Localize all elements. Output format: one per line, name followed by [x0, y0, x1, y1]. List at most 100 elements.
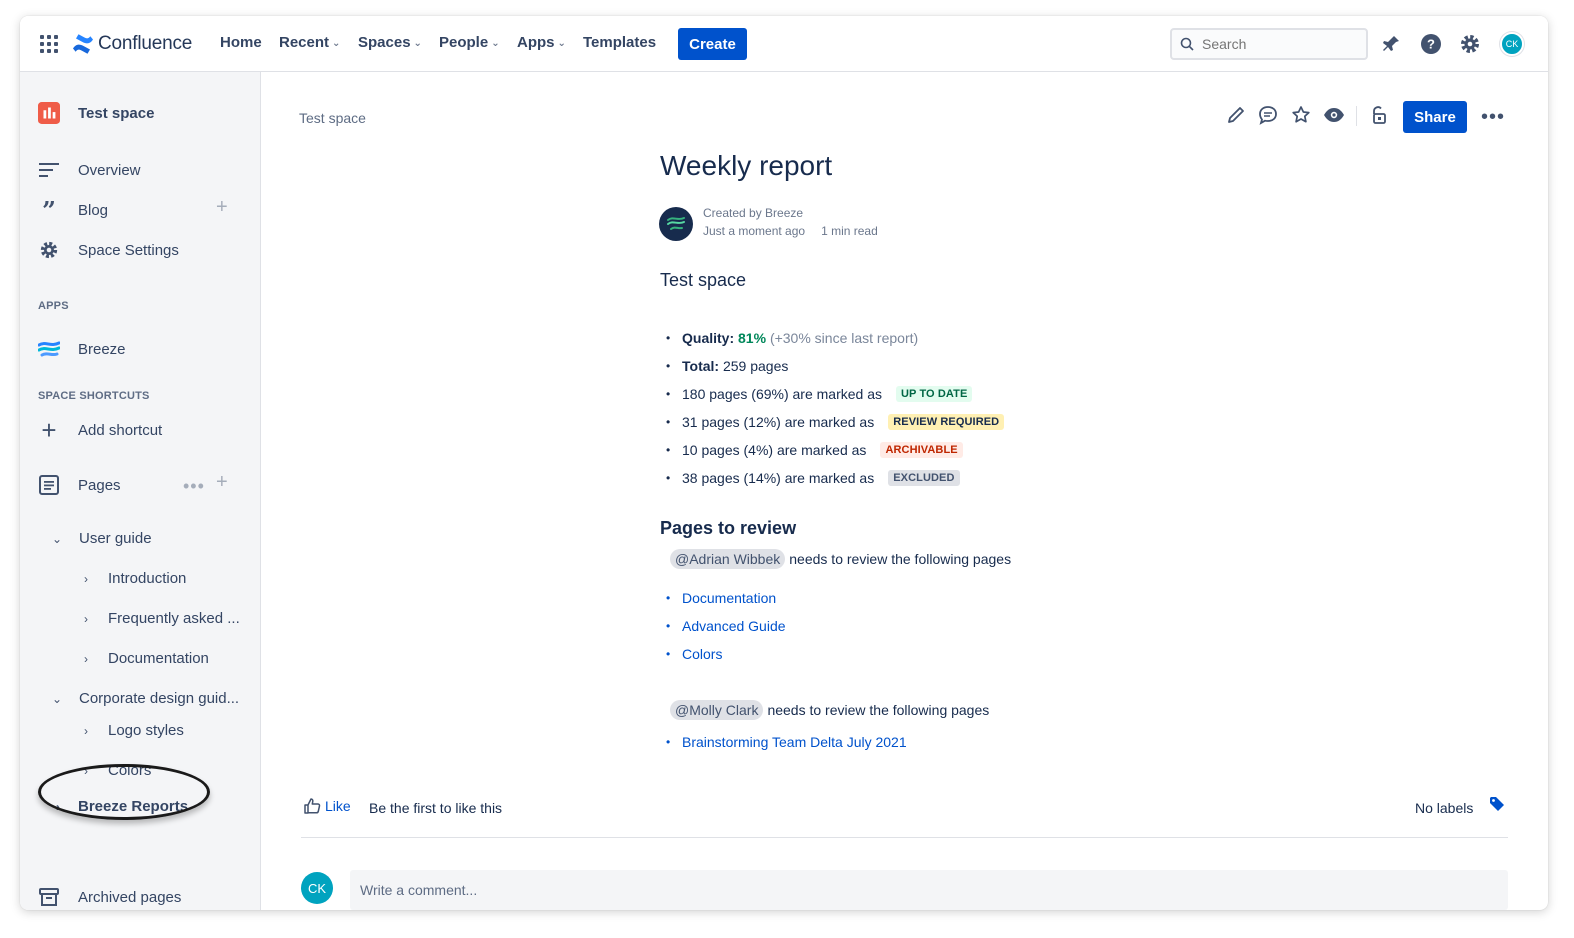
quality-delta: (+30% since last report)	[769, 330, 919, 346]
nav-templates-label: Templates	[583, 34, 657, 51]
breeze-app-icon	[38, 338, 60, 360]
byline-read-time: 1 min read	[821, 224, 878, 238]
sidebar-item-space-settings-label: Space Settings	[78, 241, 179, 259]
sidebar-item-overview[interactable]: Overview	[38, 159, 141, 181]
watch-eye-icon[interactable]	[1323, 104, 1345, 126]
edit-pencil-icon[interactable]	[1225, 104, 1247, 126]
nav-spaces-label: Spaces	[358, 34, 411, 51]
sidebar-item-blog-label: Blog	[78, 201, 109, 219]
tree-item-introduction[interactable]: › Introduction	[78, 570, 186, 587]
reviewer-text: needs to review the following pages	[789, 551, 1012, 567]
chevron-down-icon: ⌄	[51, 531, 63, 546]
star-icon[interactable]	[1290, 104, 1312, 126]
status-badge-archivable: ARCHIVABLE	[880, 442, 963, 458]
sidebar-item-space-settings[interactable]: Space Settings	[38, 239, 179, 261]
like-label: Like	[325, 798, 351, 814]
logo-text: Confluence	[98, 33, 193, 54]
nav-home[interactable]: Home	[220, 34, 262, 51]
chevron-down-icon: ⌄	[491, 37, 500, 49]
comment-editor[interactable]	[350, 870, 1508, 910]
link-label: Advanced Guide	[682, 618, 786, 634]
apps-section-heading: APPS	[38, 300, 69, 312]
breeze-logo-icon	[667, 217, 685, 230]
breadcrumb[interactable]: Test space	[299, 110, 366, 126]
user-mention[interactable]: @Adrian Wibbek	[670, 549, 786, 569]
status-badge-up-to-date: UP TO DATE	[896, 386, 973, 402]
like-button[interactable]: Like	[303, 797, 351, 815]
review-page-link[interactable]: • Colors	[666, 646, 722, 662]
pages-to-review-heading: Pages to review	[660, 518, 797, 538]
search-icon	[1180, 37, 1194, 51]
more-actions-icon[interactable]: •••	[183, 476, 205, 497]
tree-item-user-guide[interactable]: ⌄ User guide	[49, 530, 152, 547]
author-avatar[interactable]	[659, 207, 693, 241]
nav-home-label: Home	[220, 34, 262, 51]
review-page-link[interactable]: • Advanced Guide	[666, 618, 786, 634]
chevron-right-icon: ›	[84, 611, 88, 626]
tree-item-logo-styles[interactable]: › Logo styles	[78, 722, 184, 739]
tree-item-documentation[interactable]: › Documentation	[78, 650, 209, 667]
comment-icon[interactable]	[1257, 104, 1279, 126]
tree-item-faq[interactable]: › Frequently asked ...	[78, 610, 240, 627]
tree-item-label: User guide	[79, 530, 152, 547]
label-tag-icon[interactable]	[1489, 796, 1505, 817]
nav-templates[interactable]: Templates	[583, 34, 656, 51]
nav-recent[interactable]: Recent ⌄	[279, 34, 340, 51]
space-header[interactable]: Test space	[38, 102, 154, 124]
byline-time: Just a moment ago	[703, 224, 806, 238]
search-box[interactable]	[1170, 28, 1368, 60]
tree-item-label: Documentation	[108, 650, 209, 667]
more-options-icon[interactable]: •••	[1481, 106, 1505, 129]
browser-window: Confluence Home Recent ⌄ Spaces ⌄ People ⌄ …	[20, 16, 1548, 910]
labels-text: No labels	[1415, 800, 1474, 816]
add-shortcut-button[interactable]: + Add shortcut	[38, 415, 162, 445]
add-page-icon[interactable]: +	[216, 471, 228, 494]
reviewer-line: @Adrian Wibbek needs to review the follo…	[670, 549, 1011, 569]
space-logo-icon	[38, 102, 60, 124]
stat-review-required: • 31 pages (12%) are marked as REVIEW RE…	[666, 412, 1005, 432]
app-switcher-icon[interactable]	[40, 35, 58, 53]
restrictions-lock-icon[interactable]	[1367, 104, 1389, 126]
byline-meta: Just a moment ago 1 min read	[703, 224, 878, 238]
notifications-icon[interactable]	[1379, 32, 1403, 56]
review-page-link[interactable]: • Documentation	[666, 590, 776, 606]
actions-divider	[1356, 106, 1357, 126]
chevron-right-icon: ›	[84, 571, 88, 586]
add-blog-icon[interactable]: +	[216, 196, 228, 219]
user-mention[interactable]: @Molly Clark	[670, 700, 764, 720]
sidebar-item-blog[interactable]: ” Blog	[38, 196, 109, 225]
sidebar-item-breeze[interactable]: Breeze	[38, 338, 126, 360]
stat-archivable: • 10 pages (4%) are marked as ARCHIVABLE	[666, 440, 963, 460]
tree-item-label: Logo styles	[108, 722, 184, 739]
sidebar-item-archived-pages[interactable]: Archived pages	[38, 886, 181, 908]
chevron-right-icon: ›	[84, 723, 88, 738]
sidebar-item-pages[interactable]: Pages	[38, 474, 121, 496]
stat-excluded: • 38 pages (14%) are marked as EXCLUDED	[666, 468, 960, 488]
create-button[interactable]: Create	[678, 28, 747, 60]
nav-people[interactable]: People ⌄	[439, 34, 500, 51]
svg-text:?: ?	[1427, 37, 1435, 52]
chevron-right-icon: ›	[84, 651, 88, 666]
nav-spaces[interactable]: Spaces ⌄	[358, 34, 422, 51]
share-button[interactable]: Share	[1403, 101, 1467, 133]
stat-text: 31 pages (12%) are marked as	[682, 414, 875, 430]
like-status-text: Be the first to like this	[369, 800, 503, 816]
help-icon[interactable]: ?	[1419, 32, 1443, 56]
nav-recent-label: Recent	[279, 34, 330, 51]
page-content: Test space Share ••• Weekly report Creat…	[261, 72, 1548, 910]
link-label: Documentation	[682, 590, 777, 606]
user-avatar[interactable]: CK	[1500, 32, 1524, 56]
sidebar-item-archived-label: Archived pages	[78, 888, 182, 906]
thumbs-up-icon	[304, 798, 321, 814]
settings-gear-icon[interactable]	[1458, 32, 1482, 56]
stat-quality: • Quality: 81% (+30% since last report)	[666, 330, 919, 346]
confluence-logo[interactable]: Confluence	[72, 32, 192, 56]
nav-apps[interactable]: Apps ⌄	[517, 34, 566, 51]
byline-author[interactable]: Created by Breeze	[703, 206, 803, 220]
sidebar-item-pages-label: Pages	[78, 476, 121, 494]
review-page-link[interactable]: • Brainstorming Team Delta July 2021	[666, 734, 907, 750]
tree-item-corporate-design[interactable]: ⌄ Corporate design guid...	[49, 690, 239, 707]
nav-apps-label: Apps	[517, 34, 555, 51]
comment-input[interactable]	[360, 882, 960, 898]
search-input[interactable]	[1202, 36, 1352, 52]
